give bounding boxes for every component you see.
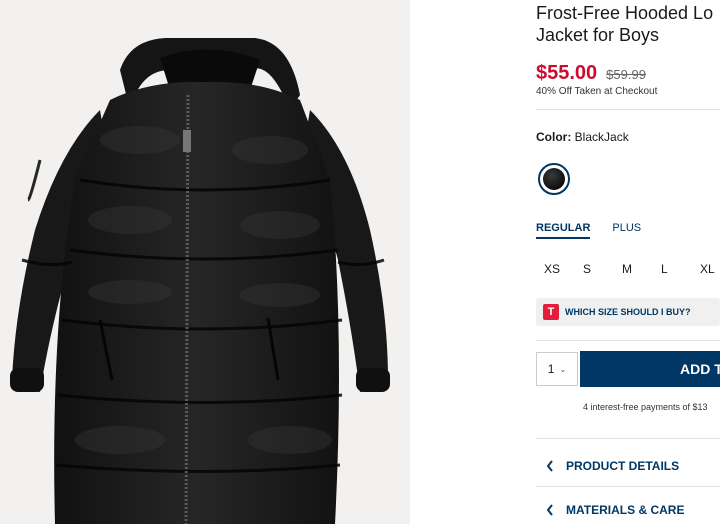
sale-price: $55.00 (536, 62, 598, 84)
divider (536, 486, 720, 487)
tab-plus[interactable]: PLUS (612, 222, 641, 239)
size-option-xl[interactable]: XL (692, 262, 720, 276)
accordion-label: MATERIALS & CARE (566, 503, 685, 517)
price-row: $55.00 $59.99 (536, 62, 646, 85)
color-label-row: Color: BlackJack (536, 130, 629, 144)
chevron-down-icon: ⌄ (559, 364, 567, 374)
size-option-m[interactable]: M (614, 262, 653, 276)
divider (536, 438, 720, 439)
tab-regular[interactable]: REGULAR (536, 222, 591, 239)
original-price: $59.99 (606, 67, 646, 82)
accordion-materials-care[interactable]: MATERIALS & CARE (546, 503, 684, 517)
true-fit-badge-icon: T (543, 304, 559, 320)
installment-text: 4 interest-free payments of $13 (583, 402, 708, 412)
quantity-value: 1 (547, 362, 555, 376)
accordion-label: PRODUCT DETAILS (566, 459, 680, 473)
fit-tabs: REGULAR PLUS (536, 222, 641, 239)
size-option-l[interactable]: L (653, 262, 692, 276)
divider (536, 109, 720, 110)
size-option-xs[interactable]: XS (536, 262, 575, 276)
product-info: Frost-Free Hooded Lo Jacket for Boys $55… (536, 0, 720, 524)
color-value: BlackJack (574, 130, 629, 144)
size-help-button[interactable]: T WHICH SIZE SHOULD I BUY? (536, 298, 720, 326)
accordion-product-details[interactable]: PRODUCT DETAILS (546, 459, 679, 473)
size-option-s[interactable]: S (575, 262, 614, 276)
size-help-label: WHICH SIZE SHOULD I BUY? (565, 307, 691, 317)
divider (536, 340, 720, 341)
swatch-fill (543, 168, 565, 190)
size-options: XS S M L XL (536, 262, 720, 276)
color-swatch-blackjack[interactable] (538, 163, 570, 195)
product-title: Frost-Free Hooded Lo Jacket for Boys (536, 3, 714, 45)
quantity-select[interactable]: 1 ⌄ (536, 352, 578, 386)
jacket-illustration (10, 38, 390, 524)
chevron-left-icon (546, 460, 553, 472)
add-to-bag-button[interactable]: ADD T (580, 351, 720, 387)
color-label: Color: (536, 130, 572, 144)
chevron-left-icon (546, 504, 553, 516)
discount-note: 40% Off Taken at Checkout (536, 86, 658, 97)
product-image[interactable] (0, 0, 410, 524)
